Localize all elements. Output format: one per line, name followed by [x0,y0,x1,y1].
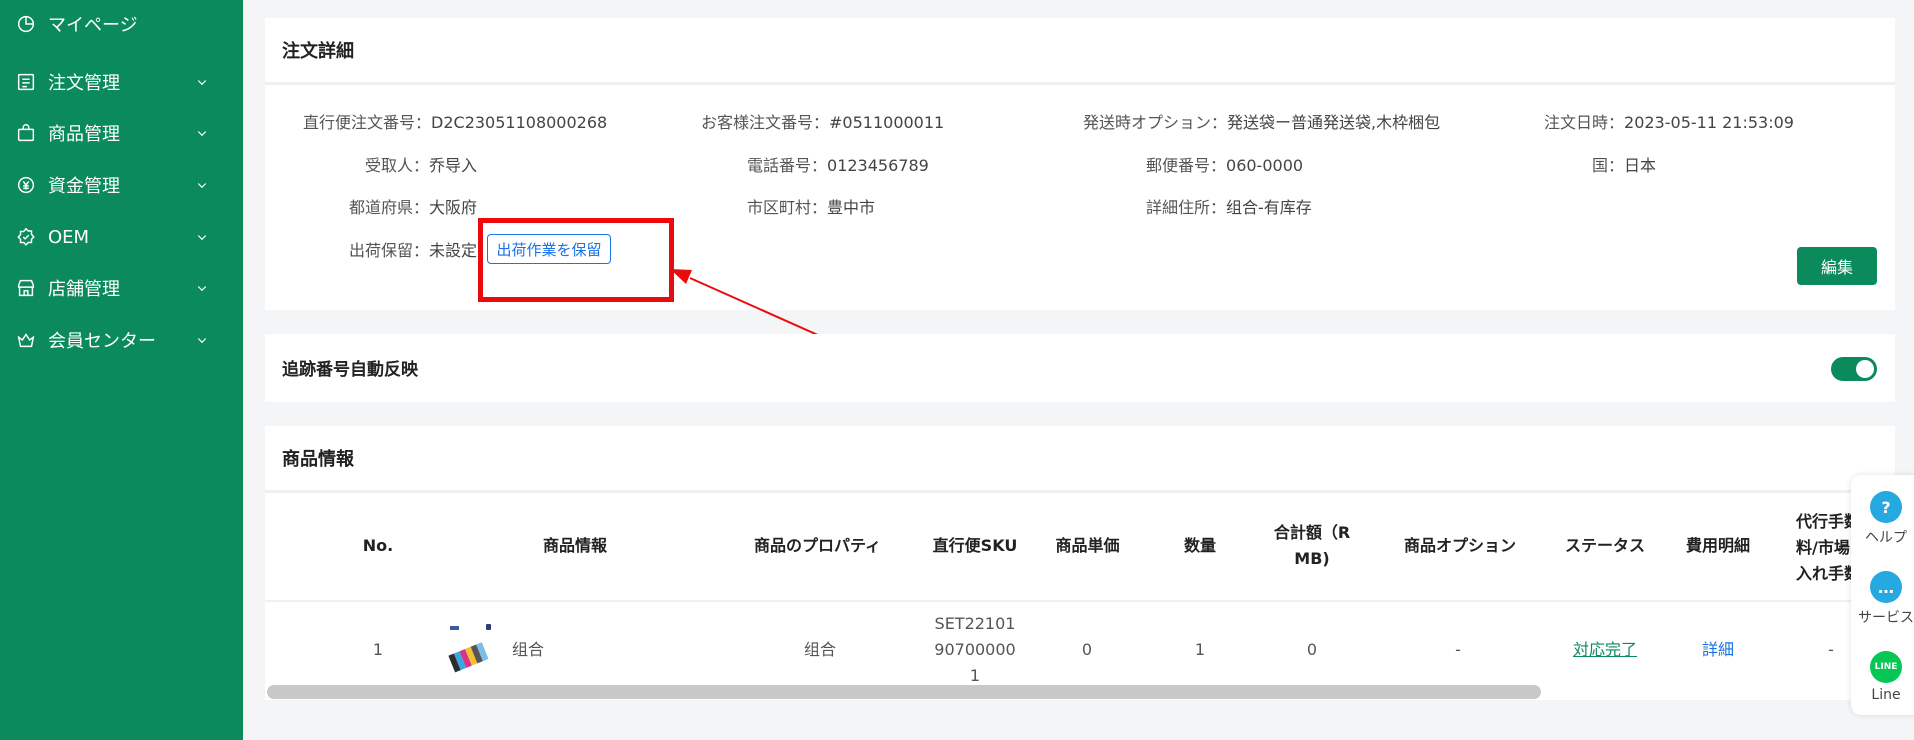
country: 国：日本 [1592,156,1657,175]
chevron-down-icon [193,176,211,194]
line-button[interactable]: LINE Line [1851,651,1914,703]
highlight-box [478,218,674,302]
table-header-divider [265,600,1895,602]
column-header-option: 商品オプション [1403,536,1516,555]
sidebar-item-label: 注文管理 [48,73,120,94]
column-header-product-info: 商品情報 [542,536,607,555]
line-icon: LINE [1870,651,1902,683]
postal-code: 郵便番号：060-0000 [1146,156,1304,175]
city: 市区町村：豊中市 [747,198,876,217]
cell-sku: SET22101 90700000 1 [934,614,1016,685]
column-header-unit-price: 商品単価 [1055,536,1120,555]
crown-icon [14,328,38,352]
column-header-fee-detail: 費用明細 [1685,536,1750,555]
sidebar-item-label: 店舗管理 [48,279,120,300]
chevron-down-icon [193,124,211,142]
floating-tools-panel: ? ヘルプ … サービス LINE Line [1851,475,1914,715]
toggle-knob [1856,360,1874,378]
product-info-title: 商品情報 [282,449,354,470]
direct-order-number: 直行便注文番号：D2C23051108000268 [303,113,608,132]
sidebar-item-label: OEM [48,226,90,248]
tracking-title: 追跡番号自動反映 [282,360,418,380]
order-date: 注文日時：2023-05-11 21:53:09 [1544,113,1794,132]
shipping-option: 発送時オプション：発送袋ー普通発送袋,木枠梱包 [1083,113,1441,132]
order-detail-title: 注文詳細 [282,41,354,62]
status-link[interactable]: 対応完了 [1560,637,1650,663]
sidebar: マイページ 注文管理 商品管理 資金管理 OEM 店舗管理 会員センター [0,0,243,740]
chart-pie-icon [14,12,38,36]
column-header-quantity: 数量 [1183,536,1216,555]
tracking-card [265,334,1895,402]
sidebar-item-funds[interactable]: 資金管理 [0,165,243,205]
cell-product-name: 组合 [512,640,545,659]
chevron-down-icon [193,331,211,349]
chevron-down-icon [193,228,211,246]
badge-icon [14,225,38,249]
column-header-no: No. [362,536,394,555]
recipient: 受取人：乔导入 [365,156,478,175]
detailed-address: 詳細住所：组合-有库存 [1146,198,1312,217]
yen-coin-icon [14,173,38,197]
sidebar-item-mypage[interactable]: マイページ [0,4,243,44]
divider [265,490,1895,493]
help-button[interactable]: ? ヘルプ [1851,491,1914,547]
sidebar-item-stores[interactable]: 店舗管理 [0,268,243,308]
chevron-down-icon [193,279,211,297]
sidebar-item-label: 会員センター [48,331,156,352]
product-thumbnail [448,624,491,673]
help-icon: ? [1870,491,1902,523]
column-header-status: ステータス [1564,536,1645,555]
cell-option: - [1455,640,1461,659]
column-header-total: 合計額（R MB) [1273,523,1351,568]
tracking-auto-toggle[interactable] [1831,357,1877,381]
cell-no: 1 [372,640,384,659]
sidebar-item-label: 商品管理 [48,124,120,145]
phone-number: 電話番号：0123456789 [747,156,929,175]
sidebar-item-oem[interactable]: OEM [0,217,243,257]
chevron-down-icon [193,73,211,91]
column-header-sku: 直行便SKU [932,536,1018,555]
horizontal-scrollbar[interactable] [267,685,1541,699]
cell-total: 0 [1306,640,1318,659]
shipping-hold-status: 出荷保留：未設定 [349,241,478,260]
column-header-property: 商品のプロパティ [753,536,882,555]
cell-unit-price: 0 [1081,640,1093,659]
order-list-icon [14,70,38,94]
sidebar-item-label: マイページ [48,15,138,36]
store-icon [14,276,38,300]
fee-detail-link[interactable]: 詳細 [1678,637,1758,663]
shopping-bag-icon [14,121,38,145]
sidebar-item-products[interactable]: 商品管理 [0,113,243,153]
cell-property: 组合 [803,640,836,659]
prefecture: 都道府県：大阪府 [349,198,478,217]
edit-button[interactable]: 編集 [1797,247,1877,285]
divider [265,82,1895,85]
sidebar-item-member-center[interactable]: 会員センター [0,320,243,360]
service-button[interactable]: … サービス [1851,571,1914,627]
sidebar-item-orders[interactable]: 注文管理 [0,62,243,102]
cell-fee: - [1828,640,1834,659]
chat-icon: … [1870,571,1902,603]
customer-order-number: お客様注文番号：#0511000011 [701,113,945,132]
cell-quantity: 1 [1194,640,1206,659]
sidebar-item-label: 資金管理 [48,176,120,197]
